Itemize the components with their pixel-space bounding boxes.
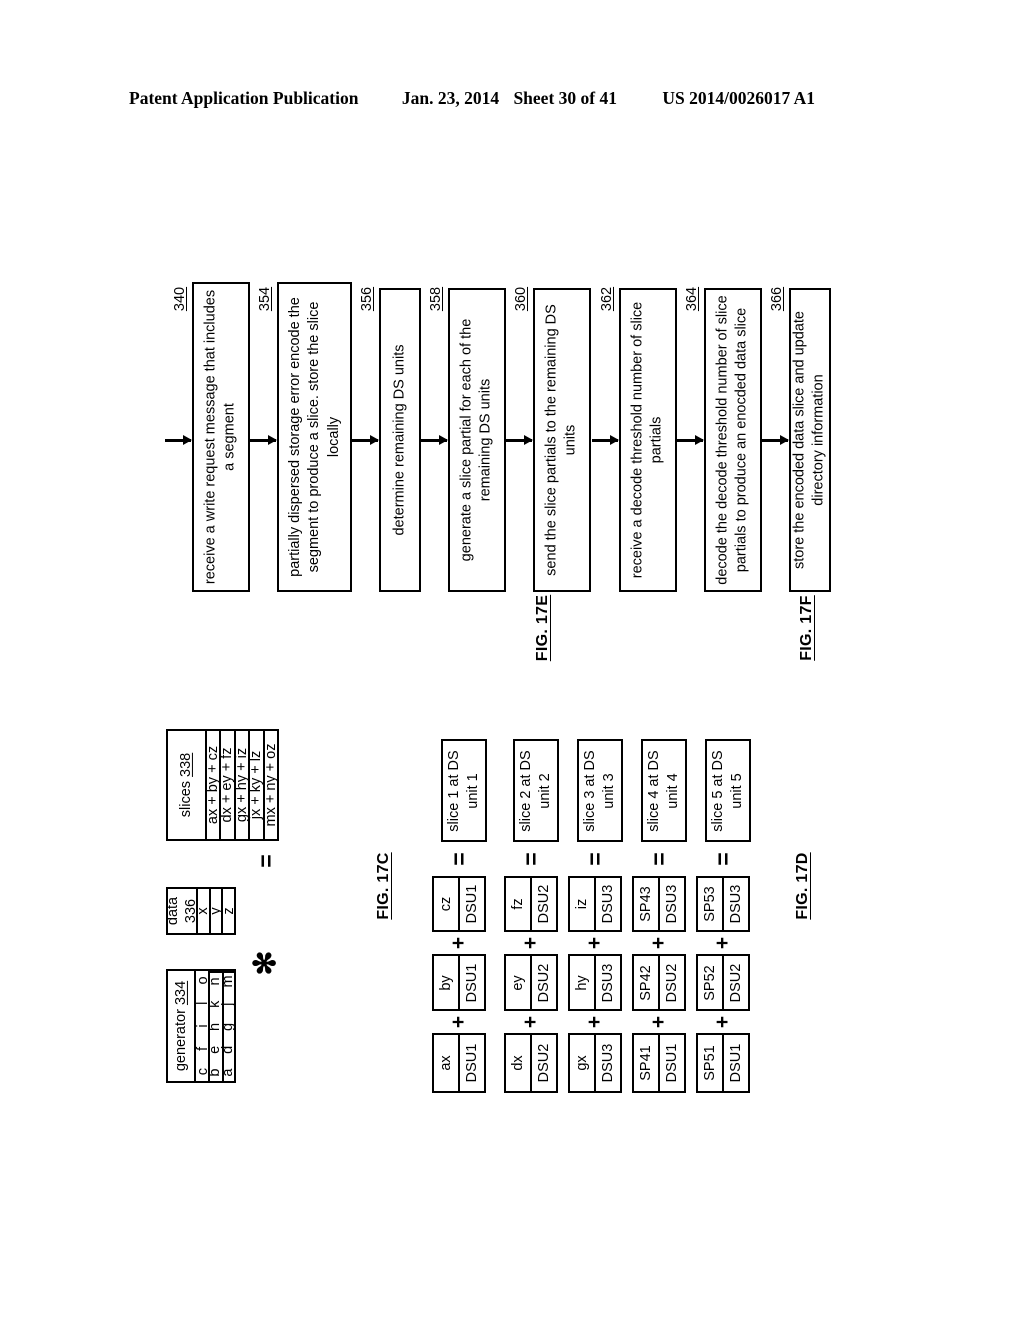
- header-sheet: Sheet 30 of 41: [513, 88, 617, 108]
- term-unit-cell-2-3: DSU2: [530, 878, 556, 930]
- slices-title: slices: [178, 780, 195, 818]
- flow-arrow-354-356: [352, 439, 378, 442]
- flow-step-366-label: store the encoded data slice and update …: [791, 311, 827, 569]
- result-label-1: slice 1 at DS unit 1: [446, 749, 481, 832]
- generator-title: generator: [173, 1009, 190, 1072]
- ref-number-340: 340: [172, 286, 188, 312]
- data-cell-y: y: [208, 889, 224, 933]
- ref-number-358: 358: [428, 286, 444, 312]
- flow-arrow-362-364: [677, 439, 703, 442]
- operator-equals-17c: =: [253, 854, 279, 868]
- flow-step-360-label: send the slice partials to the remaining…: [543, 304, 579, 576]
- generator-grid-line-1: [194, 969, 197, 1083]
- flow-step-358-label: generate a slice partial for each of the…: [458, 318, 494, 562]
- ref-number-364: 364: [684, 286, 700, 312]
- operator-equals-3: =: [582, 852, 608, 866]
- term-box-2-3: fz DSU2: [504, 876, 558, 932]
- term-value-cell-5-3: SP53: [702, 886, 718, 922]
- flow-arrow-358-360: [506, 439, 532, 442]
- ref-number-362: 362: [599, 286, 615, 312]
- ref-number-360: 360: [513, 286, 529, 312]
- term-box-5-3: SP53 DSU3: [696, 876, 750, 932]
- generator-grid-line-3: [222, 969, 225, 1083]
- data-cell-x: x: [195, 889, 211, 933]
- data-title: data: [164, 896, 181, 926]
- generator-ref: 334: [173, 980, 190, 1006]
- term-unit-cell-5-3: DSU3: [722, 878, 748, 930]
- figure-label-17f: FIG. 17F: [798, 595, 815, 661]
- result-box-1: slice 1 at DS unit 1: [441, 739, 487, 842]
- slices-cell-5: mx + ny + oz: [262, 731, 279, 839]
- term-unit-cell-4-3: DSU3: [658, 878, 684, 930]
- slices-vector-header: slices 338: [168, 731, 205, 839]
- result-box-5: slice 5 at DS unit 5: [705, 739, 751, 842]
- generator-matrix-body: c f i l o b e h k n a d g j m: [194, 971, 236, 1081]
- result-box-3: slice 3 at DS unit 3: [577, 739, 623, 842]
- result-label-2: slice 2 at DS unit 2: [518, 749, 553, 832]
- slices-ref: 338: [178, 752, 195, 777]
- flow-step-366: store the encoded data slice and update …: [789, 288, 831, 592]
- generator-matrix-header: generator 334: [168, 971, 194, 1081]
- page-header: Patent Application Publication Jan. 23, …: [0, 88, 1024, 109]
- term-value-cell-1-3: cz: [438, 896, 454, 912]
- flow-arrow-356-358: [421, 439, 447, 442]
- result-label-3: slice 3 at DS unit 3: [582, 749, 617, 832]
- result-label-5: slice 5 at DS unit 5: [710, 749, 745, 832]
- data-vector-header: data 336: [164, 889, 199, 933]
- operator-equals-5: =: [710, 852, 736, 866]
- ref-number-354: 354: [257, 286, 273, 312]
- flow-arrow-entry-17e: [165, 439, 191, 442]
- header-patent-number: US 2014/0026017 A1: [662, 88, 816, 108]
- term-value-cell-2-3: fz: [510, 898, 526, 910]
- flow-step-362-label: receive a decode threshold number of sli…: [629, 301, 665, 579]
- ref-number-366: 366: [769, 286, 785, 312]
- data-cell-z: z: [220, 889, 237, 933]
- figure-label-17d: FIG. 17D: [794, 852, 811, 920]
- ref-number-356: 356: [359, 286, 375, 312]
- result-label-4: slice 4 at DS unit 4: [646, 749, 681, 832]
- result-box-4: slice 4 at DS unit 4: [641, 739, 687, 842]
- operator-equals-4: =: [646, 852, 672, 866]
- figure-label-17c: FIG. 17C: [375, 852, 392, 920]
- term-box-3-3: iz DSU3: [568, 876, 622, 932]
- flow-step-340-label: receive a write request message that inc…: [202, 289, 238, 585]
- operator-multiply: ✻: [249, 950, 282, 976]
- flow-step-354-label: partially dispersed storage error encode…: [286, 297, 342, 577]
- term-unit-cell-3-3: DSU3: [594, 878, 620, 930]
- flow-step-360: send the slice partials to the remaining…: [533, 288, 591, 592]
- flow-step-358: generate a slice partial for each of the…: [448, 288, 506, 592]
- flow-arrow-340-354: [250, 439, 276, 442]
- flow-step-364: decode the decode threshold number of sl…: [704, 288, 762, 592]
- operator-equals-2: =: [518, 852, 544, 866]
- header-date: Jan. 23, 2014: [401, 88, 500, 108]
- flow-step-364-label: decode the decode threshold number of sl…: [714, 295, 750, 585]
- flow-step-356: determine remaining DS units: [379, 288, 421, 592]
- result-box-2: slice 2 at DS unit 2: [513, 739, 559, 842]
- header-publication: Patent Application Publication: [129, 88, 359, 108]
- slices-cell-3: gx + hy + iz: [233, 731, 250, 839]
- data-vector: data 336 x y z: [164, 887, 237, 935]
- flow-arrow-364-366: [762, 439, 788, 442]
- term-value-cell-3-3: iz: [574, 898, 590, 910]
- slices-vector: slices 338 ax + by + cz dx + ey + fz gx …: [166, 729, 279, 841]
- flow-arrow-entry-17f: [592, 439, 618, 442]
- term-box-4-3: SP43 DSU3: [632, 876, 686, 932]
- generator-grid-line-2: [208, 969, 211, 1083]
- flow-step-340: receive a write request message that inc…: [192, 282, 250, 592]
- flow-step-354: partially dispersed storage error encode…: [277, 282, 352, 592]
- slices-cell-4: jx + ky + lz: [248, 731, 264, 839]
- term-box-1-3: cz DSU1: [432, 876, 486, 932]
- flow-step-362: receive a decode threshold number of sli…: [619, 288, 677, 592]
- operator-equals-1: =: [446, 852, 472, 866]
- slices-cell-1: ax + by + cz: [204, 731, 221, 839]
- generator-matrix: generator 334 c f i l o b e h k n a d g …: [166, 969, 236, 1083]
- term-value-cell-4-3: SP43: [638, 886, 654, 922]
- flow-step-356-label: determine remaining DS units: [391, 344, 408, 536]
- figure-label-17e: FIG. 17E: [534, 594, 551, 662]
- slices-cell-2: dx + ey + fz: [219, 731, 235, 839]
- term-unit-cell-1-3: DSU1: [458, 878, 484, 930]
- data-value-z: z: [220, 907, 237, 915]
- slices-value-5: mx + ny + oz: [262, 743, 279, 827]
